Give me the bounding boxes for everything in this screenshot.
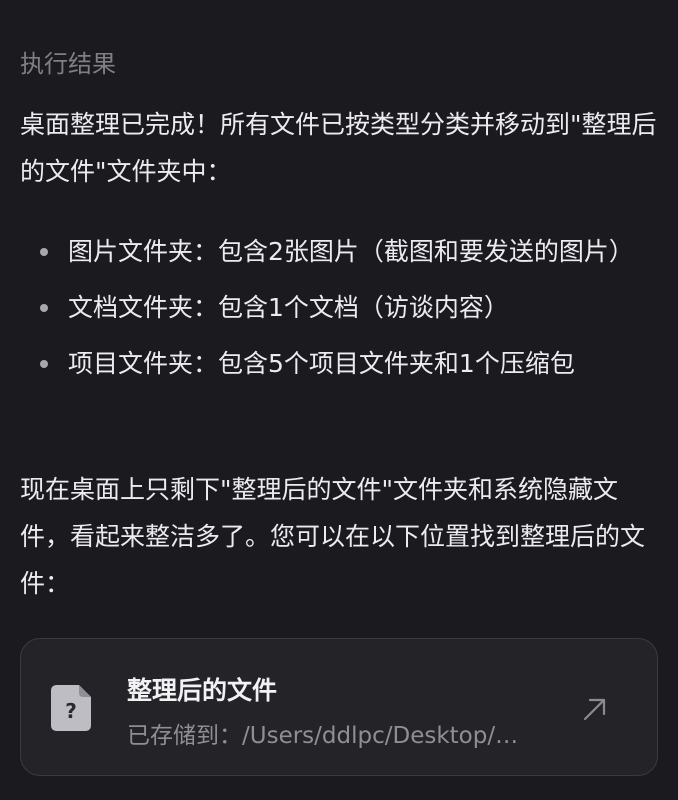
- file-path: 已存储到：/Users/ddlpc/Desktop/…: [127, 719, 547, 753]
- file-name: 整理后的文件: [127, 676, 278, 705]
- file-path-value: /Users/ddlpc/Desktop/…: [242, 723, 519, 749]
- svg-text:?: ?: [65, 699, 77, 723]
- list-item: 文档文件夹：包含1个文档（访谈内容）: [20, 284, 660, 331]
- list-item: 项目文件夹：包含5个项目文件夹和1个压缩包: [20, 340, 660, 387]
- outro-paragraph: 现在桌面上只剩下"整理后的文件"文件夹和系统隐藏文件，看起来整洁多了。您可以在以…: [20, 475, 646, 598]
- intro-paragraph: 桌面整理已完成！所有文件已按类型分类并移动到"整理后的文件"文件夹中：: [20, 110, 657, 186]
- section-title: 执行结果: [20, 50, 116, 78]
- list-item: 图片文件夹：包含2张图片（截图和要发送的图片）: [20, 228, 660, 275]
- file-path-label: 已存储到：: [127, 723, 242, 749]
- unknown-file-icon: ?: [51, 685, 91, 731]
- arrow-up-right-icon[interactable]: [581, 695, 609, 723]
- file-card[interactable]: ? 整理后的文件 已存储到：/Users/ddlpc/Desktop/…: [20, 638, 658, 776]
- folder-summary-list: 图片文件夹：包含2张图片（截图和要发送的图片） 文档文件夹：包含1个文档（访谈内…: [20, 228, 660, 396]
